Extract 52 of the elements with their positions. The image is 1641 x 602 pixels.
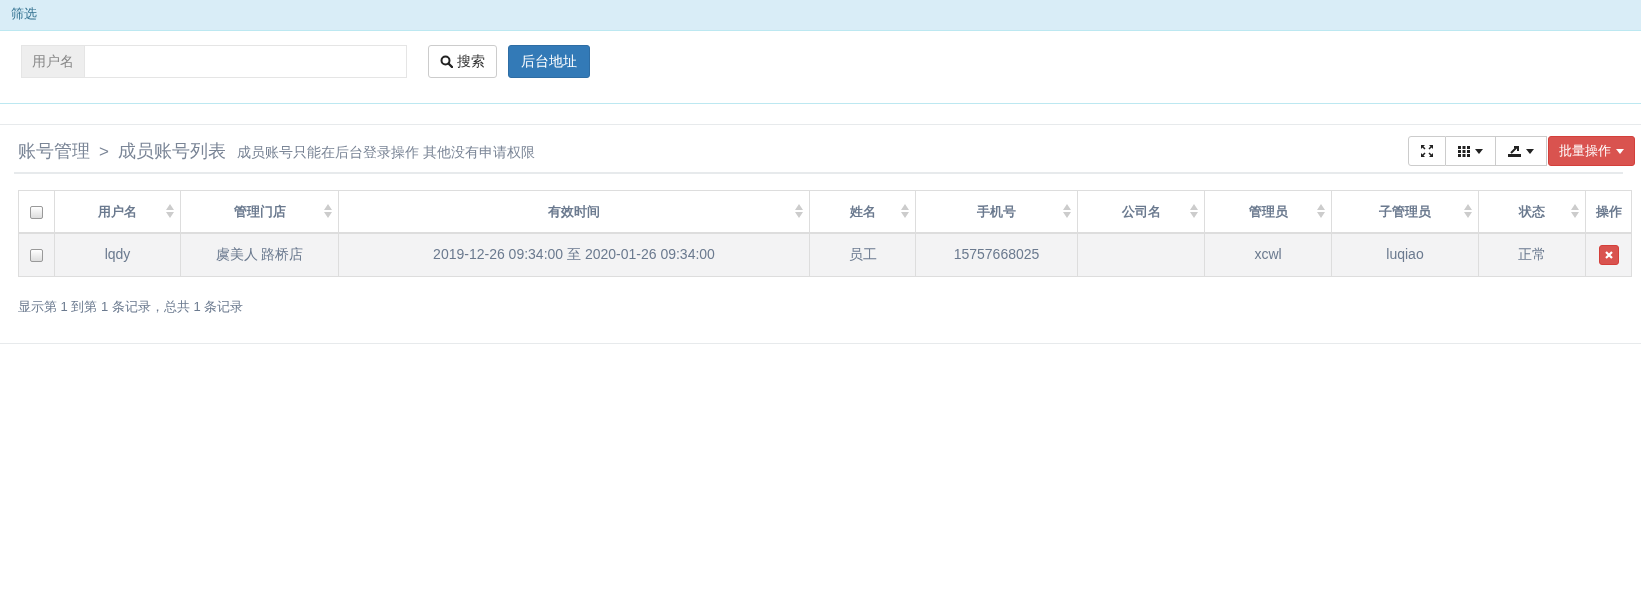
table-cell: 15757668025: [953, 246, 1040, 263]
sort-icon: [1571, 204, 1579, 219]
column-header[interactable]: 公司名: [1121, 203, 1161, 219]
sort-icon: [901, 204, 909, 219]
sort-icon: [166, 204, 174, 219]
sort-icon: [795, 204, 803, 219]
sort-icon: [1317, 204, 1325, 219]
pagination-info: 显示第 1 到第 1 条记录，总共 1 条记录: [18, 298, 245, 316]
table-cell: 2019-12-26 09:34:00 至 2020-01-26 09:34:00: [433, 246, 715, 263]
table-cell: lqdy: [104, 246, 131, 263]
page-title: 成员账号列表: [117, 139, 226, 163]
sort-icon: [1464, 204, 1472, 219]
export-icon: [1508, 145, 1521, 157]
expand-icon: [1421, 145, 1433, 157]
column-header[interactable]: 管理员: [1248, 203, 1288, 219]
sort-icon: [1190, 204, 1198, 219]
sort-icon: [324, 204, 332, 219]
input-label: 用户名: [22, 46, 85, 77]
column-header[interactable]: 状态: [1519, 203, 1545, 219]
export-button[interactable]: [1496, 136, 1547, 166]
column-header: 操作: [1595, 203, 1622, 219]
table-cell: 正常: [1518, 246, 1546, 263]
username-input-group[interactable]: 用户名: [21, 45, 407, 78]
caret-icon: [1475, 148, 1483, 154]
row-checkbox[interactable]: [30, 249, 43, 263]
table-cell: xcwl: [1254, 246, 1282, 263]
backend-address-button[interactable]: 后台地址: [508, 45, 590, 78]
breadcrumb-separator: >: [99, 140, 109, 163]
table-cell: 员工: [848, 246, 877, 263]
columns-button[interactable]: [1446, 136, 1496, 166]
table-cell: 虞美人 路桥店: [215, 246, 304, 263]
batch-actions-button[interactable]: 批量操作: [1548, 136, 1635, 166]
column-header[interactable]: 用户名: [98, 203, 137, 219]
search-icon: [440, 55, 453, 68]
column-header[interactable]: 管理门店: [233, 203, 286, 219]
breadcrumb-link[interactable]: 账号管理: [18, 137, 90, 165]
panel-title: 筛选: [0, 0, 1641, 31]
column-header[interactable]: 子管理员: [1379, 203, 1431, 219]
fullscreen-button[interactable]: [1408, 136, 1446, 166]
page-note: 成员账号只能在后台登录操作 其他没有申请权限: [236, 142, 535, 162]
column-header[interactable]: 手机号: [977, 203, 1016, 219]
column-header[interactable]: 姓名: [849, 203, 876, 219]
close-icon: [1604, 251, 1613, 260]
sort-icon: [1063, 204, 1071, 219]
column-header[interactable]: 有效时间: [548, 203, 600, 219]
table-cell: luqiao: [1386, 246, 1424, 263]
select-all-checkbox[interactable]: [30, 205, 43, 219]
caret-icon: [1616, 148, 1624, 154]
search-button[interactable]: 搜索: [428, 45, 497, 78]
delete-button[interactable]: [1598, 245, 1619, 266]
caret-icon: [1526, 148, 1534, 154]
grid-icon: [1458, 145, 1470, 157]
